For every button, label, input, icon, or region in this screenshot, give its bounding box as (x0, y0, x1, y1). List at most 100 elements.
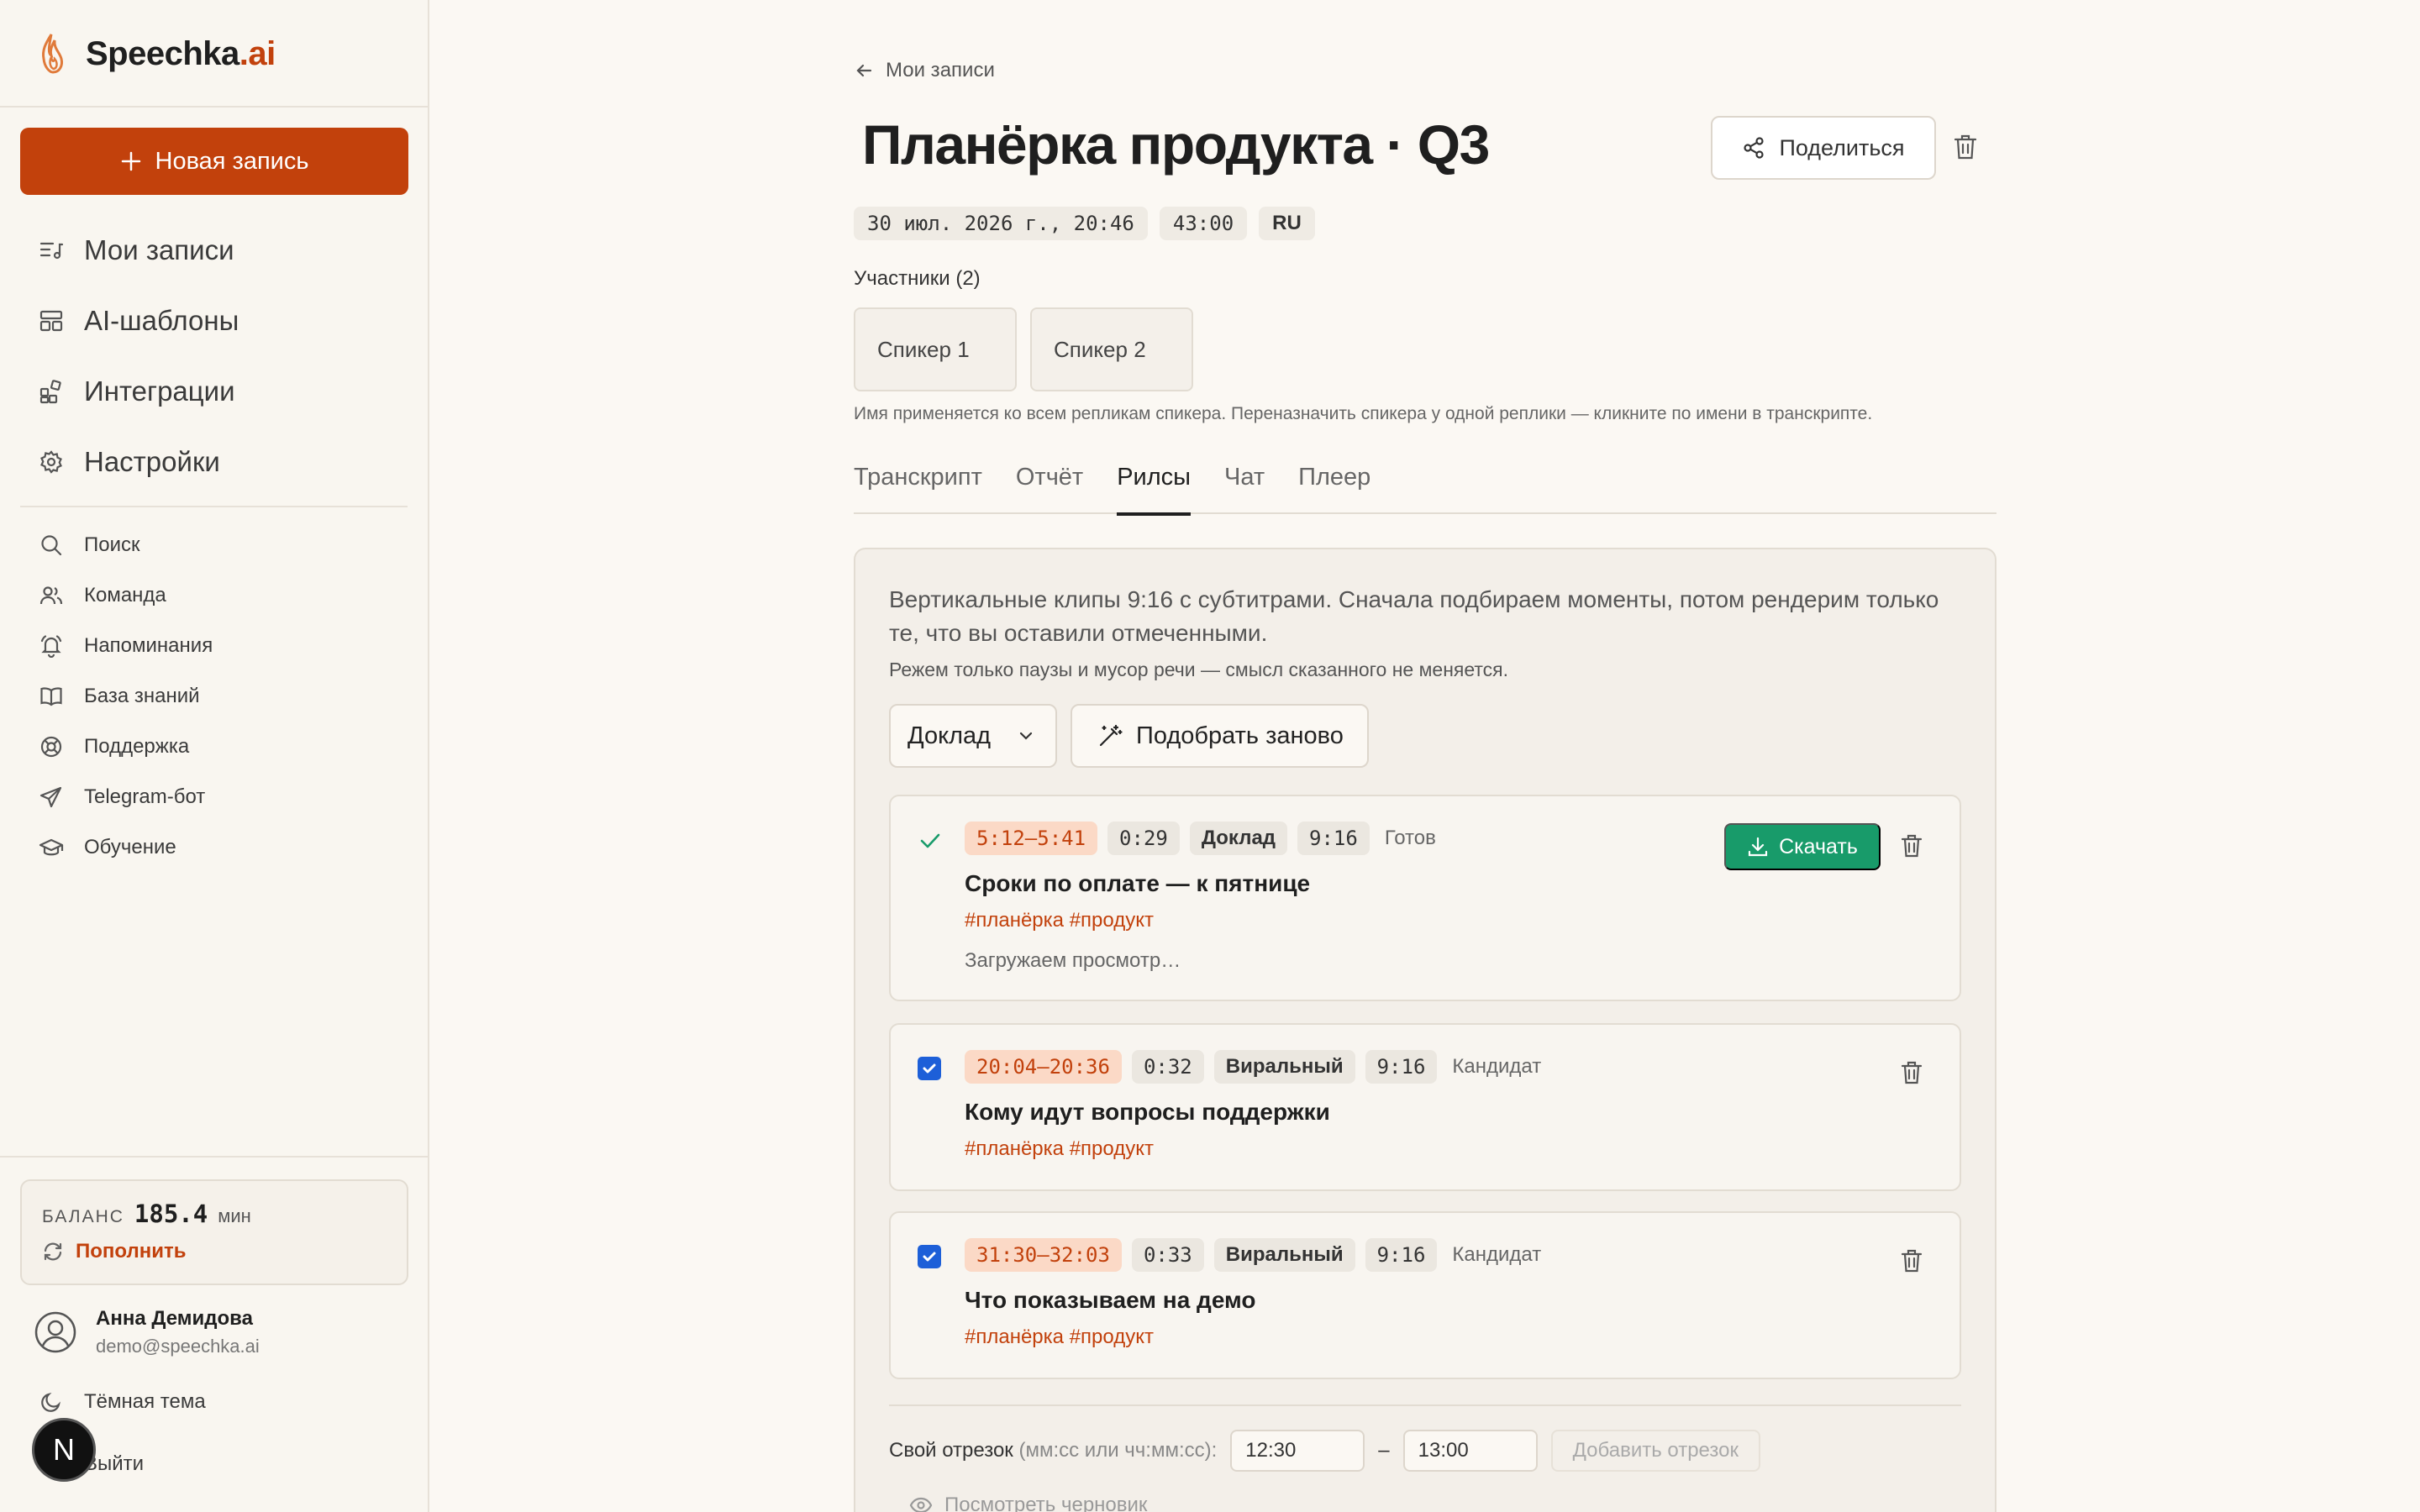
arrow-left-icon (854, 60, 874, 81)
check-icon (918, 828, 943, 853)
add-segment-button[interactable]: Добавить отрезок (1550, 1430, 1760, 1472)
language-badge: RU (1259, 207, 1315, 240)
regenerate-label: Подобрать заново (1136, 722, 1344, 749)
participants-label: Участники (2) (854, 267, 981, 290)
logo-name: Speechka (86, 34, 239, 72)
clip-ratio: 9:16 (1365, 1238, 1438, 1272)
preview-draft-link[interactable]: Посмотреть черновик (909, 1494, 1147, 1512)
clip-time-range[interactable]: 5:12–5:41 (965, 822, 1098, 855)
clip-ratio: 9:16 (1297, 822, 1370, 855)
sidebar-item-label: Интеграции (84, 375, 235, 407)
segment-start-input[interactable]: 12:30 (1230, 1430, 1365, 1472)
share-icon (1742, 136, 1765, 160)
page-title: Планёрка продукта · Q3 (862, 113, 1490, 176)
sidebar-item-knowledge-base[interactable]: База знаний (37, 671, 407, 722)
tab-chat[interactable]: Чат (1224, 454, 1265, 514)
clip-meta: 31:30–32:03 0:33 Виральный 9:16 Кандидат (965, 1238, 1541, 1272)
speaker-name-field[interactable]: Спикер 2 (1030, 307, 1193, 391)
moon-icon (37, 1388, 66, 1416)
user-profile[interactable]: Анна Демидова demo@speechka.ai (34, 1307, 260, 1357)
user-name: Анна Демидова (96, 1307, 253, 1330)
trash-icon[interactable] (1901, 833, 1923, 858)
templates-icon (37, 307, 66, 335)
sidebar-divider (0, 106, 428, 108)
balance-unit: мин (218, 1205, 251, 1226)
clip-title: Что показываем на демо (965, 1287, 1256, 1313)
date-badge: 30 июл. 2026 г., 20:46 (854, 207, 1148, 240)
clip-status: Кандидат (1452, 1055, 1542, 1078)
tab-transcript[interactable]: Транскрипт (854, 454, 982, 514)
clip-checkbox[interactable] (918, 1245, 943, 1270)
clip-card: 20:04–20:36 0:32 Виральный 9:16 Кандидат… (889, 1023, 1961, 1191)
balance-label: БАЛАНС (42, 1207, 124, 1226)
sidebar-item-telegram-bot[interactable]: Telegram-бот (37, 772, 407, 822)
trash-icon[interactable] (1953, 133, 1978, 161)
custom-segment-label: Свой отрезок (889, 1439, 1013, 1462)
back-label: Мои записи (886, 59, 995, 81)
user-email: demo@speechka.ai (96, 1336, 260, 1357)
clip-time-range[interactable]: 31:30–32:03 (965, 1238, 1122, 1272)
n-badge[interactable]: N (32, 1418, 96, 1482)
tab-player[interactable]: Плеер (1298, 454, 1370, 514)
speaker-name-field[interactable]: Спикер 1 (854, 307, 1017, 391)
theme-toggle[interactable]: Тёмная тема (37, 1388, 206, 1416)
sidebar-item-team[interactable]: Команда (37, 570, 407, 621)
theme-label: Тёмная тема (84, 1390, 206, 1413)
reels-panel: Вертикальные клипы 9:16 с субтитрами. Сн… (854, 548, 1996, 1512)
clip-preview-loading: Загружаем просмотр… (965, 949, 1181, 972)
regenerate-button[interactable]: Подобрать заново (1071, 704, 1369, 768)
new-record-button[interactable]: Новая запись (20, 128, 408, 195)
clip-meta: 20:04–20:36 0:32 Виральный 9:16 Кандидат (965, 1050, 1541, 1084)
logo[interactable]: Speechka.ai (37, 30, 276, 77)
clip-tags: #планёрка #продукт (965, 1137, 1154, 1160)
team-icon (37, 581, 66, 610)
clip-card: 5:12–5:41 0:29 Доклад 9:16 Готов Сроки п… (889, 795, 1961, 1001)
trash-icon[interactable] (1901, 1060, 1923, 1085)
back-link[interactable]: Мои записи (854, 59, 995, 82)
share-label: Поделиться (1779, 134, 1905, 160)
sidebar-item-label: Напоминания (84, 634, 213, 657)
balance-card: БАЛАНС 185.4 мин Пополнить (20, 1179, 408, 1285)
segment-end-input[interactable]: 13:00 (1402, 1430, 1538, 1472)
logo-text: Speechka.ai (86, 35, 276, 73)
topup-button[interactable]: Пополнить (42, 1240, 387, 1263)
avatar (34, 1310, 77, 1354)
main-nav: Мои записи AI-шаблоны Интеграции Настрой… (37, 215, 407, 497)
gear-icon (37, 448, 66, 476)
download-icon (1747, 836, 1769, 858)
download-button[interactable]: Скачать (1724, 823, 1881, 870)
custom-segment-format-hint: (мм:сс или чч:мм:сс): (1018, 1439, 1218, 1462)
sidebar-item-recordings[interactable]: Мои записи (37, 215, 407, 286)
tab-reels[interactable]: Рилсы (1117, 454, 1191, 516)
sidebar-item-settings[interactable]: Настройки (37, 427, 407, 497)
share-button[interactable]: Поделиться (1711, 116, 1936, 180)
eye-icon (909, 1497, 933, 1512)
reels-controls: Доклад Подобрать заново (889, 704, 1369, 768)
clip-type: Доклад (1189, 822, 1288, 855)
clip-title: Сроки по оплате — к пятнице (965, 870, 1311, 896)
clip-time-range[interactable]: 20:04–20:36 (965, 1050, 1122, 1084)
speakers-hint: Имя применяется ко всем репликам спикера… (854, 404, 1873, 423)
mode-select[interactable]: Доклад (889, 704, 1057, 768)
sidebar-item-reminders[interactable]: Напоминания (37, 621, 407, 671)
clip-title: Кому идут вопросы поддержки (965, 1099, 1330, 1125)
clip-tags: #планёрка #продукт (965, 1326, 1154, 1348)
sidebar-item-support[interactable]: Поддержка (37, 722, 407, 772)
trash-icon[interactable] (1901, 1248, 1923, 1273)
integrations-icon (37, 377, 66, 406)
balance-value: 185.4 (134, 1200, 208, 1228)
sidebar-item-search[interactable]: Поиск (37, 520, 407, 570)
book-icon (37, 682, 66, 711)
clip-status: Кандидат (1452, 1243, 1542, 1266)
sidebar-item-label: AI-шаблоны (84, 305, 239, 336)
sidebar-item-learning[interactable]: Обучение (37, 822, 407, 873)
clip-duration: 0:29 (1107, 822, 1180, 855)
sidebar-item-label: Telegram-бот (84, 785, 206, 808)
sidebar-item-templates[interactable]: AI-шаблоны (37, 286, 407, 356)
sidebar-item-integrations[interactable]: Интеграции (37, 356, 407, 427)
clip-meta: 5:12–5:41 0:29 Доклад 9:16 Готов (965, 822, 1436, 855)
speakers-list: Спикер 1 Спикер 2 (854, 307, 1193, 391)
clip-checkbox[interactable] (918, 1057, 943, 1082)
main-content: Мои записи Планёрка продукта · Q3 Подели… (854, 0, 1996, 1512)
tab-report[interactable]: Отчёт (1016, 454, 1083, 514)
